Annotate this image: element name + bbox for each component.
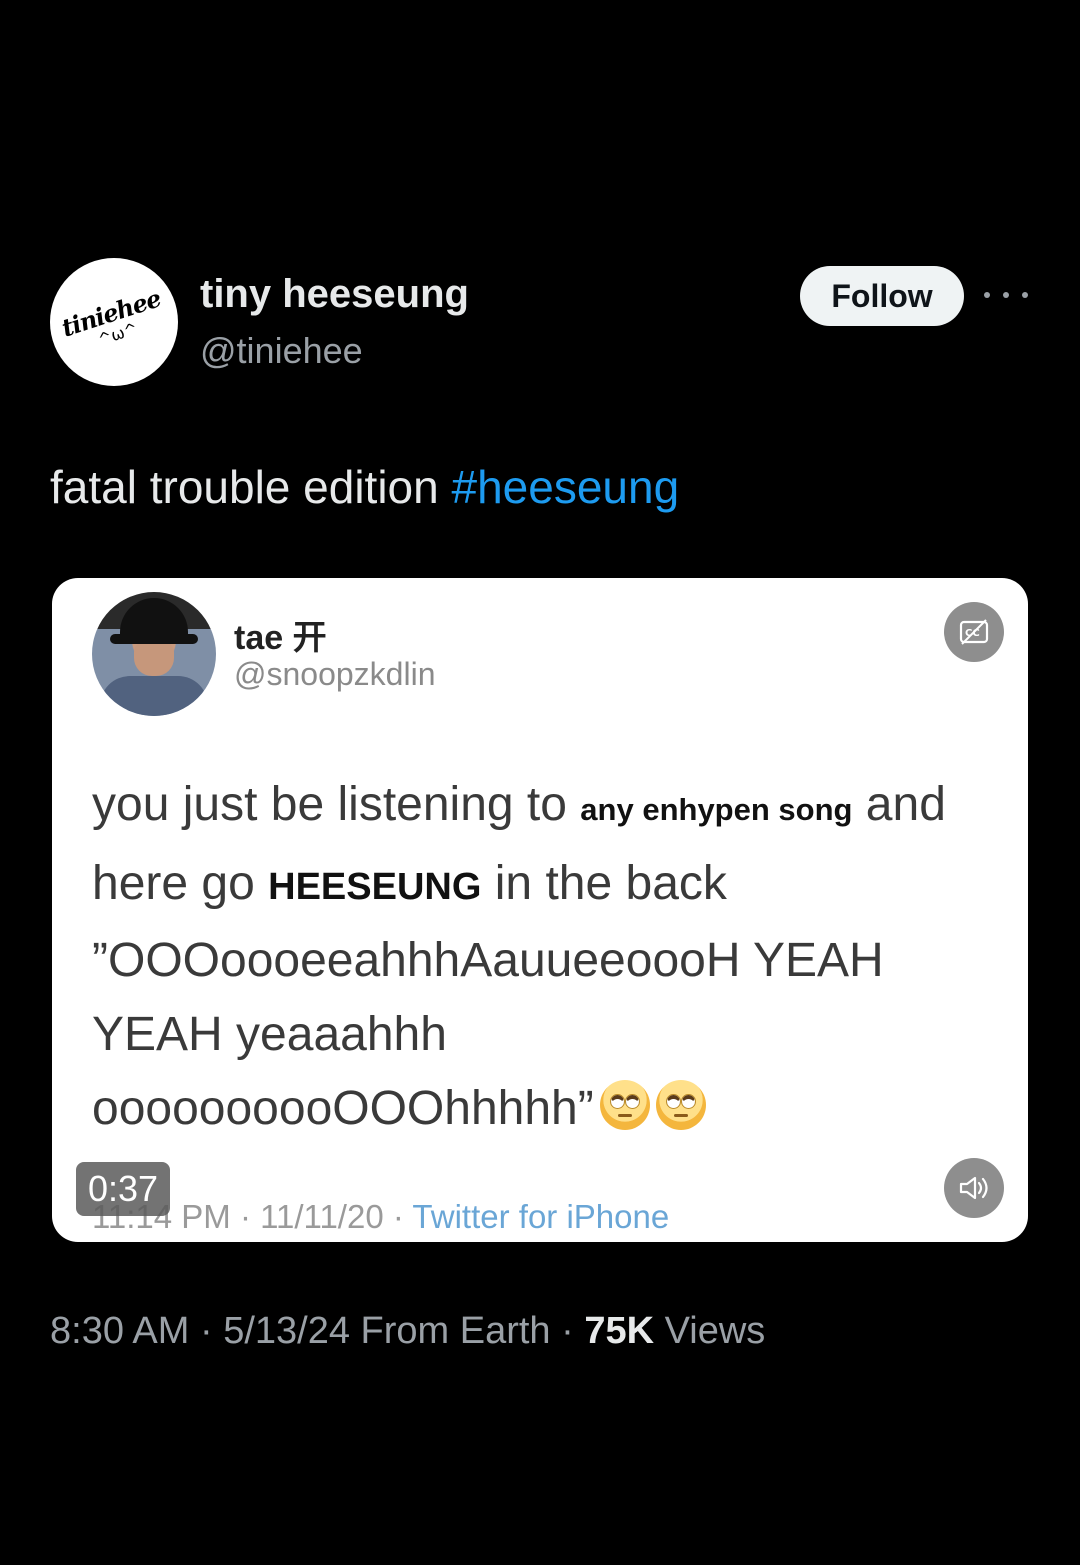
author-avatar[interactable]: tiniehee ^ω^	[50, 258, 178, 386]
follow-button[interactable]: Follow	[800, 266, 964, 326]
views-count[interactable]: 75K	[584, 1310, 654, 1352]
quoted-line-part: oooooooooOOOhhhhh”	[92, 1082, 594, 1135]
quoted-line-caps: HEESEUNG	[268, 866, 482, 908]
volume-icon	[959, 1176, 988, 1200]
quoted-text: you just be listening to any enhypen son…	[92, 768, 992, 1146]
quoted-line: you just be listening to any enhypen son…	[92, 768, 992, 847]
avatar-body	[100, 676, 208, 716]
video-duration: 0:37	[76, 1162, 171, 1216]
avatar-face	[134, 642, 174, 676]
rolling-eyes-emoji-icon	[655, 1080, 706, 1130]
rolling-eyes-emoji-icon	[599, 1080, 650, 1130]
captions-icon: CC	[959, 619, 989, 645]
avatar-logo: tiniehee ^ω^	[50, 258, 178, 386]
author-handle[interactable]: @tiniehee	[200, 330, 363, 372]
quoted-line-part: you just be listening to	[92, 778, 581, 831]
quoted-line-part: and	[852, 778, 946, 831]
post-footer: 8:30 AM · 5/13/24 From Earth · 75K Views	[50, 1310, 765, 1353]
quoted-line: ”OOOoooeeahhhAauueeoooH YEAH	[92, 934, 884, 987]
author-display-name[interactable]: tiny heeseung	[200, 272, 469, 317]
volume-button[interactable]	[944, 1158, 1004, 1218]
quoted-line-part: here go	[92, 857, 269, 910]
views-label: Views	[654, 1310, 766, 1352]
video-player[interactable]: tae 开 @snoopzkdlin CC you just be listen…	[52, 578, 1028, 1242]
more-dot	[1022, 292, 1028, 298]
quoted-name: tae 开	[234, 619, 327, 657]
more-dot	[984, 292, 990, 298]
captions-button[interactable]: CC	[944, 602, 1004, 662]
quoted-handle: @snoopzkdlin	[234, 656, 436, 692]
post-timestamp: 8:30 AM · 5/13/24 From Earth ·	[50, 1310, 585, 1352]
post-text: fatal trouble edition #heeseung	[50, 460, 679, 514]
quoted-line: YEAH yeaaahhh	[92, 1008, 447, 1061]
quoted-line: here go HEESEUNG in the back	[92, 847, 992, 924]
quoted-meta: 11:14 PM · 11/11/20 · Twitter for iPhone	[92, 1198, 669, 1236]
quoted-meta-source: Twitter for iPhone	[412, 1198, 670, 1235]
quoted-avatar	[92, 592, 216, 716]
quoted-line-small: any enhypen song	[580, 792, 853, 827]
quoted-line-last: oooooooooOOOhhhhh”	[92, 1072, 992, 1146]
more-horizontal-icon[interactable]	[984, 280, 1028, 310]
quoted-line-part: in the back	[481, 857, 727, 910]
post-body: fatal trouble edition	[50, 461, 452, 513]
more-dot	[1003, 292, 1009, 298]
avatar-hat-brim	[110, 634, 198, 644]
hashtag-link[interactable]: #heeseung	[452, 461, 680, 513]
